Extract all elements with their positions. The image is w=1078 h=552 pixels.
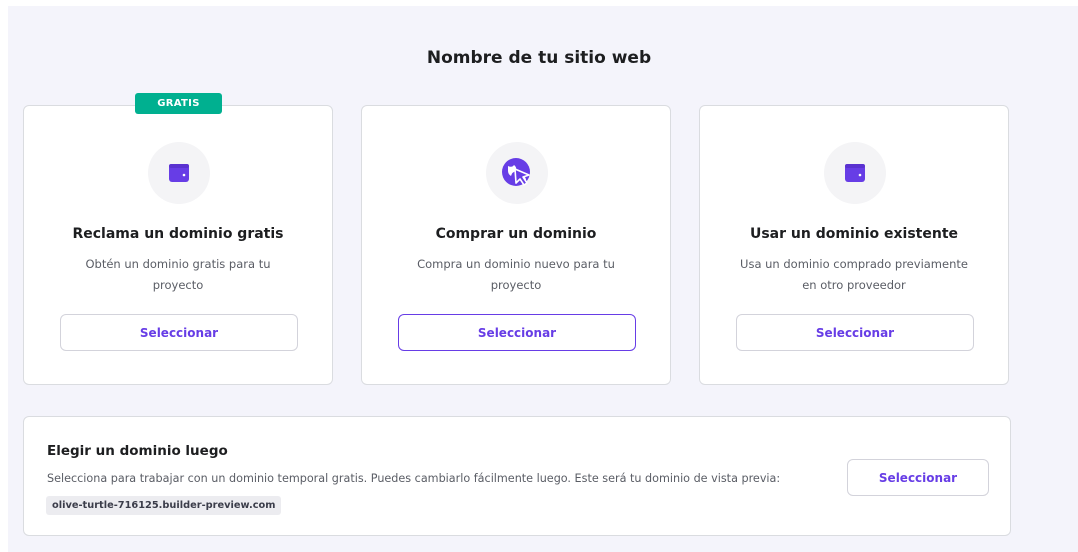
choose-later-title: Elegir un dominio luego (47, 443, 228, 459)
wallet-icon (169, 164, 189, 182)
wallet-icon (845, 164, 865, 182)
icon-circle (486, 142, 548, 204)
globe-cursor-icon (502, 158, 530, 186)
select-buy-domain-button[interactable]: Seleccionar (398, 314, 636, 351)
choose-later-description: Selecciona para trabajar con un dominio … (47, 472, 781, 485)
card-description: Usa un dominio comprado previamente en o… (740, 257, 968, 292)
card-title: Comprar un dominio (435, 226, 597, 242)
card-description: Compra un dominio nuevo para tu proyecto (417, 257, 615, 292)
card-existing-domain: Usar un dominio existente Usa un dominio… (699, 105, 1009, 385)
card-description: Obtén un dominio gratis para tu proyecto (85, 257, 271, 292)
select-free-domain-button[interactable]: Seleccionar (60, 314, 298, 351)
card-title: Usar un dominio existente (749, 226, 959, 242)
free-badge: GRATIS (135, 93, 222, 114)
select-existing-domain-button[interactable]: Seleccionar (736, 314, 974, 351)
preview-domain-chip: olive-turtle-716125.builder-preview.com (46, 496, 282, 515)
select-later-button[interactable]: Seleccionar (847, 459, 989, 496)
choose-later-section: Elegir un dominio luego Selecciona para … (23, 416, 1011, 536)
card-title: Reclama un dominio gratis (72, 226, 284, 242)
card-free-domain: Reclama un dominio gratis Obtén un domin… (23, 105, 333, 385)
icon-circle (824, 142, 886, 204)
page-title: Nombre de tu sitio web (426, 48, 652, 68)
icon-circle (148, 142, 210, 204)
card-buy-domain: Comprar un dominio Compra un dominio nue… (361, 105, 671, 385)
